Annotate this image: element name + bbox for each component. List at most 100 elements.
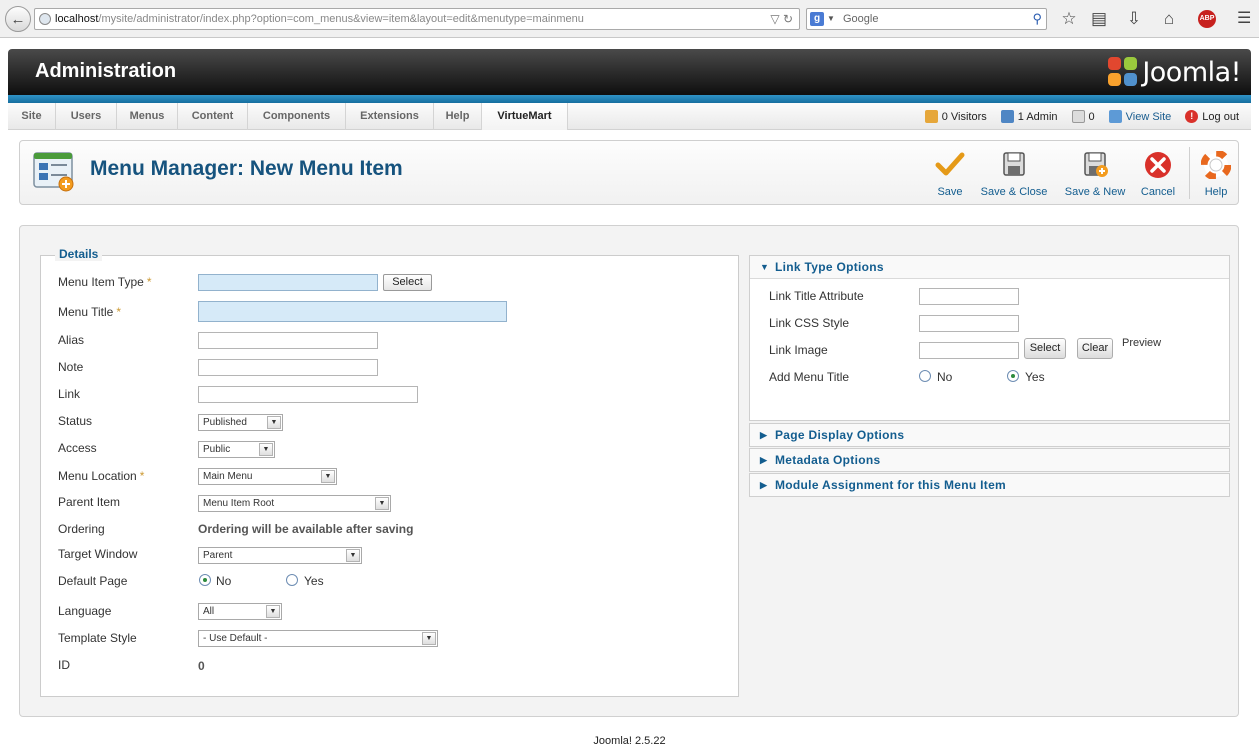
bookmarks-list-icon[interactable]: ▤ xyxy=(1088,8,1110,30)
add-menu-title-no-radio[interactable] xyxy=(919,370,931,382)
status-select[interactable]: Published ▼ xyxy=(198,414,283,431)
default-page-yes-label: Yes xyxy=(304,574,324,588)
link-css-style-field[interactable] xyxy=(919,315,1019,332)
menu-item-type-field[interactable] xyxy=(198,274,378,291)
chevron-down-icon: ▼ xyxy=(266,605,280,618)
link-type-options-body: Link Title Attribute Link CSS Style Link… xyxy=(750,278,1229,420)
menu-location-select[interactable]: Main Menu ▼ xyxy=(198,468,337,485)
menu-virtuemart[interactable]: VirtueMart xyxy=(482,103,568,130)
link-title-attribute-field[interactable] xyxy=(919,288,1019,305)
alias-field[interactable] xyxy=(198,332,378,349)
users-icon xyxy=(924,110,938,123)
menu-users[interactable]: Users xyxy=(56,103,117,130)
save-new-button[interactable]: Save & New xyxy=(1061,151,1129,198)
admin-menubar: Site Users Menus Content Components Exte… xyxy=(8,103,1251,130)
parent-item-select[interactable]: Menu Item Root ▼ xyxy=(198,495,391,512)
search-engine-icon[interactable]: g xyxy=(810,12,824,26)
template-style-label: Template Style xyxy=(58,631,137,645)
help-button[interactable]: Help xyxy=(1196,149,1236,198)
save-close-button[interactable]: Save & Close xyxy=(978,151,1050,198)
menu-content[interactable]: Content xyxy=(178,103,248,130)
link-css-style-label: Link CSS Style xyxy=(769,316,850,330)
header-accent-bar xyxy=(8,95,1251,103)
monitor-icon xyxy=(1108,110,1122,123)
menu-location-label: Menu Location * xyxy=(58,469,145,483)
menu-title-field[interactable] xyxy=(198,301,507,322)
language-select[interactable]: All ▼ xyxy=(198,603,282,620)
link-image-label: Link Image xyxy=(769,343,828,357)
id-value: 0 xyxy=(198,659,205,673)
menu-menus[interactable]: Menus xyxy=(117,103,178,130)
menu-components[interactable]: Components xyxy=(248,103,346,130)
main-content: Details Menu Item Type * Select Menu Titl… xyxy=(19,225,1239,717)
id-label: ID xyxy=(58,658,70,672)
metadata-options-header[interactable]: ▶ Metadata Options xyxy=(750,449,1229,471)
link-type-options-panel: ▼ Link Type Options Link Title Attribute… xyxy=(749,255,1230,421)
note-label: Note xyxy=(58,360,84,374)
access-label: Access xyxy=(58,441,97,455)
messages-status[interactable]: 0 xyxy=(1071,110,1095,123)
admin-title: Administration xyxy=(35,60,177,82)
target-window-select[interactable]: Parent ▼ xyxy=(198,547,362,564)
menu-extensions[interactable]: Extensions xyxy=(346,103,434,130)
chevron-down-icon: ▼ xyxy=(267,416,281,429)
view-site-link[interactable]: View Site xyxy=(1108,110,1171,123)
chevron-down-icon[interactable]: ▼ xyxy=(827,9,835,29)
link-type-options-header[interactable]: ▼ Link Type Options xyxy=(750,256,1229,278)
browser-menu-icon[interactable]: ☰ xyxy=(1237,8,1251,28)
page-display-options-header[interactable]: ▶ Page Display Options xyxy=(750,424,1229,446)
menu-site[interactable]: Site xyxy=(8,103,56,130)
default-page-label: Default Page xyxy=(58,574,128,588)
footer-version: Joomla! 2.5.22 xyxy=(593,735,666,747)
joomla-logo-text: Joomla! xyxy=(1142,56,1241,88)
joomla-logo: Joomla! xyxy=(1108,55,1241,89)
note-field[interactable] xyxy=(198,359,378,376)
adblock-icon[interactable]: ABP xyxy=(1198,10,1216,28)
admin-user-icon xyxy=(1000,110,1014,123)
language-label: Language xyxy=(58,604,112,618)
bookmark-star-icon[interactable]: ☆ xyxy=(1058,8,1080,30)
template-style-select[interactable]: - Use Default - ▼ xyxy=(198,630,438,647)
url-path: /mysite/administrator/index.php?option=c… xyxy=(98,13,584,25)
access-select[interactable]: Public ▼ xyxy=(198,441,275,458)
link-image-field[interactable] xyxy=(919,342,1019,359)
browser-toolbar: ← localhost/mysite/administrator/index.p… xyxy=(0,0,1259,38)
default-page-yes-radio[interactable] xyxy=(286,574,298,586)
floppy-disk-icon xyxy=(1003,152,1025,176)
collapsed-arrow-icon: ▶ xyxy=(760,455,768,465)
search-input[interactable]: g ▼ Google ⚲ xyxy=(806,8,1047,30)
module-assignment-panel[interactable]: ▶ Module Assignment for this Menu Item xyxy=(749,473,1230,497)
save-button[interactable]: Save xyxy=(928,151,972,198)
visitors-status: 0 Visitors xyxy=(924,110,987,123)
menu-help[interactable]: Help xyxy=(434,103,482,130)
details-legend: Details xyxy=(55,247,103,261)
cancel-x-icon xyxy=(1145,152,1171,178)
collapsed-arrow-icon: ▶ xyxy=(760,480,768,490)
address-bar[interactable]: localhost/mysite/administrator/index.php… xyxy=(34,8,800,30)
admin-header: Administration Joomla! xyxy=(8,49,1251,95)
expanded-arrow-icon: ▼ xyxy=(760,262,770,272)
status-area: 0 Visitors 1 Admin 0 View Site ! Log out xyxy=(911,103,1239,130)
magnifier-icon[interactable]: ⚲ xyxy=(1032,9,1042,29)
url-host: localhost xyxy=(55,13,99,25)
cancel-button[interactable]: Cancel xyxy=(1136,151,1180,198)
alias-label: Alias xyxy=(58,333,85,347)
ordering-note: Ordering will be available after saving xyxy=(198,522,414,536)
link-image-clear-button[interactable]: Clear xyxy=(1077,338,1113,359)
toolbar-separator xyxy=(1189,147,1190,199)
back-arrow-icon[interactable]: ← xyxy=(5,6,31,32)
reload-icon[interactable]: ▽ ↻ xyxy=(770,9,793,29)
link-field[interactable] xyxy=(198,386,418,403)
logout-link[interactable]: ! Log out xyxy=(1185,110,1239,123)
download-icon[interactable]: ⇩ xyxy=(1123,8,1145,30)
chevron-down-icon: ▼ xyxy=(375,497,389,510)
page-display-options-panel[interactable]: ▶ Page Display Options xyxy=(749,423,1230,447)
default-page-no-label: No xyxy=(216,574,232,588)
add-menu-title-yes-radio[interactable] xyxy=(1007,370,1019,382)
default-page-no-radio[interactable] xyxy=(199,574,211,586)
home-icon[interactable]: ⌂ xyxy=(1158,8,1180,30)
menu-item-type-select-button[interactable]: Select xyxy=(383,274,432,291)
link-image-select-button[interactable]: Select xyxy=(1024,338,1066,359)
module-assignment-header[interactable]: ▶ Module Assignment for this Menu Item xyxy=(750,474,1229,496)
metadata-options-panel[interactable]: ▶ Metadata Options xyxy=(749,448,1230,472)
